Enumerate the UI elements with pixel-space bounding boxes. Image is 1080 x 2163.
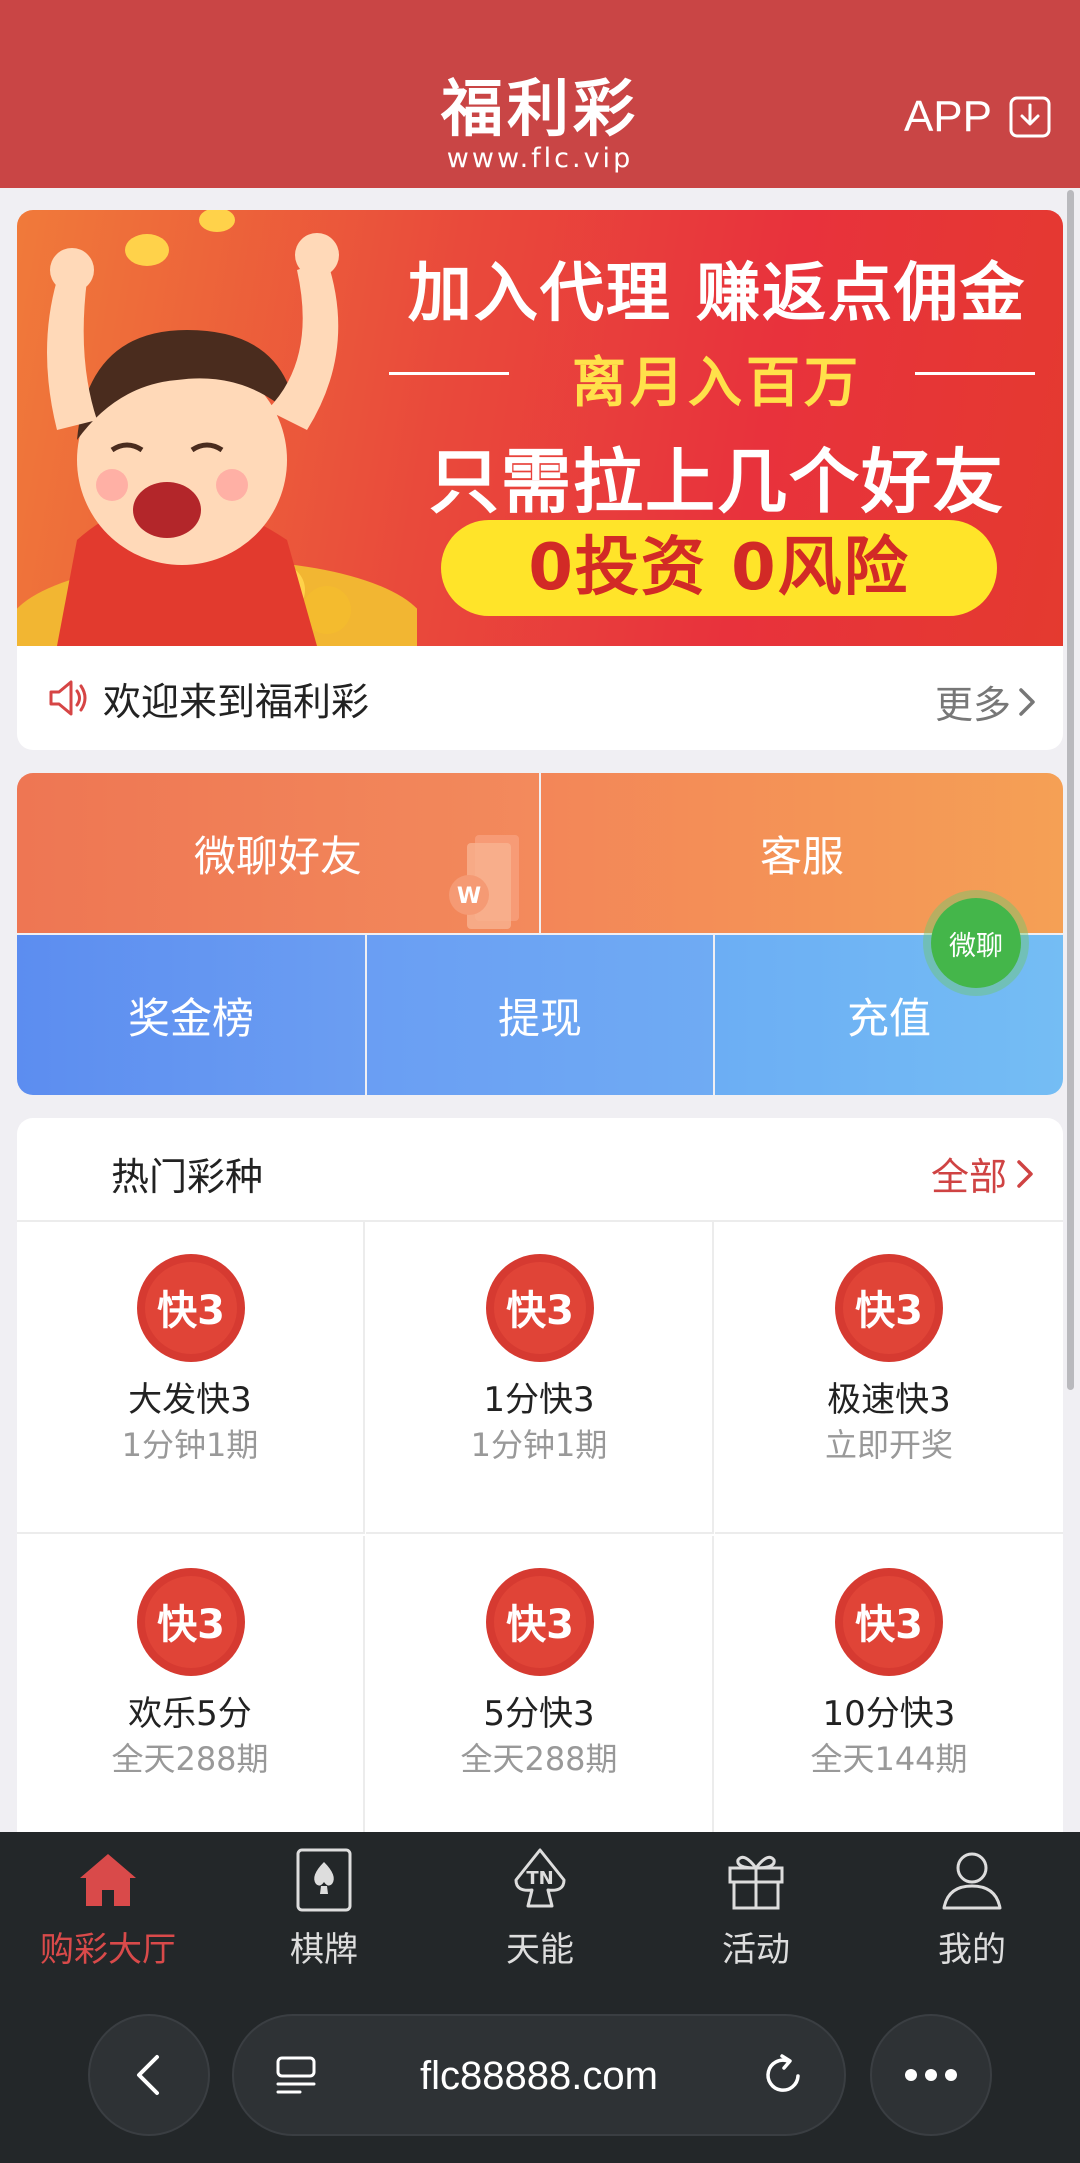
view-all-label: 全部 — [930, 1155, 1007, 1199]
tab-label: 我的 — [938, 1930, 1006, 1970]
lottery-name: 5分快3 — [483, 1694, 595, 1734]
tab-activities[interactable]: 活动 — [648, 1832, 864, 1982]
tab-label: 活动 — [722, 1930, 790, 1970]
lottery-desc: 全天288期 — [111, 1740, 269, 1778]
svg-text:快3: 快3 — [855, 1602, 923, 1648]
lottery-item[interactable]: 快3 极速快3 立即开奖 — [715, 1222, 1063, 1534]
svg-text:W: W — [457, 884, 481, 909]
banner-subheadline: 离月入百万 — [572, 351, 862, 414]
address-bar[interactable]: flc88888.com — [232, 2014, 846, 2136]
more-options-button[interactable] — [870, 2014, 992, 2136]
banner-headline: 加入代理 赚返点佣金 — [407, 257, 1027, 331]
lottery-desc: 立即开奖 — [824, 1426, 953, 1464]
speaker-icon — [49, 680, 87, 716]
lottery-desc: 全天288期 — [460, 1740, 618, 1778]
withdraw-label: 提现 — [497, 993, 582, 1043]
browser-toolbar: flc88888.com — [0, 1982, 1080, 2163]
tab-my-account[interactable]: 我的 — [864, 1832, 1080, 1982]
wechat-friends-button[interactable]: 微聊好友 W — [17, 773, 539, 933]
wechat-friends-label: 微聊好友 — [193, 831, 362, 881]
hot-lotteries-header: 热门彩种 全部 — [17, 1118, 1063, 1222]
k3-dice-icon: 快3 — [486, 1568, 594, 1676]
chevron-right-icon — [1017, 1159, 1033, 1188]
notice-text: 欢迎来到福利彩 — [103, 679, 370, 724]
svg-text:TN: TN — [526, 1868, 553, 1889]
gift-icon — [728, 1855, 784, 1910]
withdraw-button[interactable]: 提现 — [367, 935, 713, 1095]
tab-label: 购彩大厅 — [40, 1930, 176, 1970]
k3-dice-icon: 快3 — [835, 1568, 943, 1676]
lottery-name: 1分快3 — [483, 1380, 595, 1420]
chevron-left-icon — [137, 2055, 159, 2095]
card-icon — [296, 1848, 352, 1912]
tab-chess-cards[interactable]: 棋牌 — [216, 1832, 432, 1982]
lottery-item[interactable]: 快3 大发快3 1分钟1期 — [17, 1222, 365, 1534]
quick-actions-grid: 微聊好友 W 客服 奖金榜 提现 充值 — [17, 773, 1063, 1095]
user-icon — [942, 1852, 1002, 1910]
url-text: flc88888.com — [420, 2054, 658, 2098]
banner-card: 加入代理 赚返点佣金 离月入百万 只需拉上几个好友 0投资 0风险 欢迎来到福利… — [17, 210, 1063, 750]
k3-dice-icon: 快3 — [835, 1254, 943, 1362]
ellipsis-icon — [905, 2069, 957, 2081]
tab-label: 棋牌 — [290, 1930, 358, 1970]
lottery-name: 极速快3 — [827, 1380, 951, 1420]
lottery-item[interactable]: 快3 10分快3 全天144期 — [715, 1536, 1063, 1838]
tn-icon: TN — [514, 1848, 566, 1908]
banner-pill: 0投资 0风险 — [441, 520, 997, 616]
bottom-tab-bar: 购彩大厅 棋牌 TN 天能 活动 我的 — [0, 1832, 1080, 1982]
k3-dice-icon: 快3 — [137, 1254, 245, 1362]
app-download-label: APP — [903, 92, 992, 141]
k3-dice-icon: 快3 — [486, 1254, 594, 1362]
lottery-desc: 1分钟1期 — [121, 1426, 259, 1464]
deposit-label: 充值 — [846, 993, 931, 1043]
more-label: 更多 — [934, 683, 1011, 727]
svg-text:快3: 快3 — [506, 1602, 574, 1648]
svg-text:快3: 快3 — [855, 1288, 923, 1334]
notice-bar[interactable]: 欢迎来到福利彩 更多 — [17, 646, 1063, 750]
lottery-name: 10分快3 — [822, 1694, 956, 1734]
floating-chat-label: 微聊 — [931, 898, 1021, 988]
leaderboard-button[interactable]: 奖金榜 — [17, 935, 365, 1095]
back-button[interactable] — [88, 2014, 210, 2136]
app-header: 福利彩 www.flc.vip APP — [0, 0, 1080, 188]
chevron-right-icon — [1019, 687, 1035, 716]
cheering-boy-illustration — [17, 210, 417, 646]
banner-divider-right — [915, 372, 1035, 375]
tab-lottery-hall[interactable]: 购彩大厅 — [0, 1832, 216, 1982]
w-document-icon: W — [449, 835, 519, 929]
page-scrollbar[interactable] — [1067, 190, 1074, 1390]
customer-service-label: 客服 — [759, 831, 844, 881]
hot-lotteries-section: 热门彩种 全部 快3 大发快3 1分钟1期 快3 1分快3 1分钟1期 快3 极… — [17, 1118, 1063, 1838]
lottery-item[interactable]: 快3 5分快3 全天288期 — [366, 1536, 714, 1838]
lottery-name: 大发快3 — [128, 1380, 252, 1420]
logo-domain: www.flc.vip — [446, 143, 634, 174]
svg-text:快3: 快3 — [157, 1602, 225, 1648]
reload-icon[interactable] — [760, 2052, 806, 2098]
tab-tianneng[interactable]: TN 天能 — [432, 1832, 648, 1982]
download-icon — [1009, 96, 1051, 138]
lottery-desc: 1分钟1期 — [470, 1426, 608, 1464]
notice-more-link[interactable]: 更多 — [935, 674, 1041, 729]
promo-banner[interactable]: 加入代理 赚返点佣金 离月入百万 只需拉上几个好友 0投资 0风险 — [17, 210, 1063, 646]
lottery-name: 欢乐5分 — [128, 1694, 252, 1734]
leaderboard-label: 奖金榜 — [127, 993, 254, 1043]
svg-text:快3: 快3 — [157, 1288, 225, 1334]
section-title: 热门彩种 — [111, 1155, 264, 1199]
tab-label: 天能 — [506, 1930, 574, 1970]
home-icon — [80, 1854, 136, 1906]
app-download-button[interactable]: APP — [904, 92, 1052, 142]
floating-chat-button[interactable]: 微聊 — [923, 890, 1029, 996]
lottery-item[interactable]: 快3 欢乐5分 全天288期 — [17, 1536, 365, 1838]
banner-tagline: 只需拉上几个好友 — [429, 441, 1005, 523]
lottery-item[interactable]: 快3 1分快3 1分钟1期 — [366, 1222, 714, 1534]
lottery-desc: 全天144期 — [810, 1740, 968, 1778]
view-all-link[interactable]: 全部 — [931, 1146, 1041, 1201]
svg-text:快3: 快3 — [506, 1288, 574, 1334]
k3-dice-icon: 快3 — [137, 1568, 245, 1676]
